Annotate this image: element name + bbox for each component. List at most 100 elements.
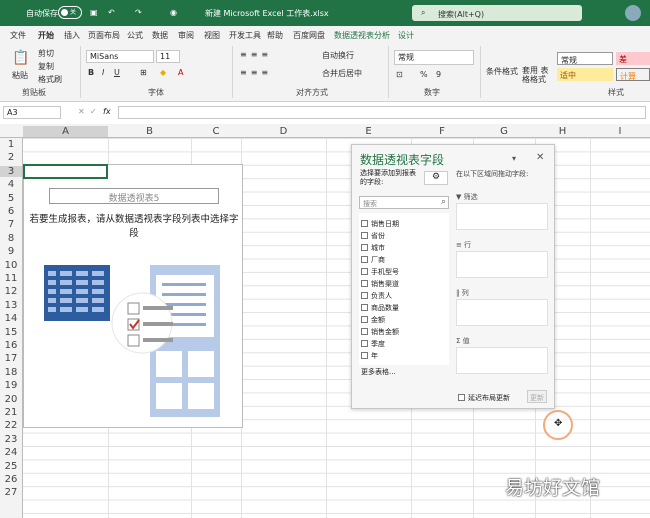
row-header[interactable]: 8	[0, 233, 22, 244]
italic-icon[interactable]: I	[102, 68, 104, 77]
columns-zone[interactable]	[456, 299, 548, 326]
row-header[interactable]: 17	[0, 353, 22, 364]
field-item[interactable]: 负责人	[361, 291, 392, 302]
border-icon[interactable]: ⊞	[140, 68, 147, 77]
row-header[interactable]: 14	[0, 313, 22, 324]
field-item[interactable]: 销售日期	[361, 219, 399, 230]
tab-view[interactable]: 视图	[204, 30, 220, 41]
field-item[interactable]: 手机型号	[361, 267, 399, 278]
bold-icon[interactable]: B	[88, 68, 94, 77]
rows-zone[interactable]	[456, 251, 548, 278]
row-header[interactable]: 2	[0, 152, 22, 163]
field-item[interactable]: 厂商	[361, 255, 385, 266]
row-header[interactable]: 3	[0, 165, 22, 177]
row-header[interactable]: 12	[0, 286, 22, 297]
field-item[interactable]: 金额	[361, 315, 385, 326]
table-format-button[interactable]: 套用 表格格式	[522, 66, 552, 84]
paste-button[interactable]: 粘贴	[12, 70, 28, 81]
row-header[interactable]: 23	[0, 434, 22, 445]
row-header[interactable]: 13	[0, 300, 22, 311]
tab-design[interactable]: 设计	[398, 30, 414, 41]
column-header[interactable]: E	[326, 126, 411, 137]
update-button[interactable]: 更新	[527, 390, 547, 403]
font-size-select[interactable]: 11	[156, 50, 180, 63]
row-header[interactable]: 4	[0, 179, 22, 190]
selected-cell[interactable]	[23, 164, 108, 179]
style-neutral[interactable]: 适中	[557, 68, 613, 81]
tab-pivot-analyze[interactable]: 数据透视表分析	[334, 30, 390, 41]
field-item[interactable]: 季度	[361, 339, 385, 350]
paste-icon[interactable]: 📋	[12, 50, 29, 66]
font-name-select[interactable]: MiSans	[86, 50, 154, 63]
field-item[interactable]: 销售渠道	[361, 279, 399, 290]
search-box[interactable]: ⌕ 搜索(Alt+Q)	[412, 5, 582, 21]
pivot-placeholder[interactable]: 数据透视表5 若要生成报表，请从数据透视表字段列表中选择字段	[23, 164, 243, 428]
column-header[interactable]: A	[23, 126, 108, 137]
tab-insert[interactable]: 插入	[64, 30, 80, 41]
avatar[interactable]	[625, 5, 641, 21]
tab-page-layout[interactable]: 页面布局	[88, 30, 120, 41]
column-header[interactable]: G	[473, 126, 535, 137]
name-box[interactable]: A3	[3, 106, 61, 119]
autosave-toggle[interactable]: 关	[58, 6, 82, 19]
field-search-input[interactable]: 搜索 ⌕	[359, 196, 449, 209]
column-header[interactable]: F	[411, 126, 473, 137]
field-item[interactable]: 商品数量	[361, 303, 399, 314]
percent-icon[interactable]: %	[420, 70, 428, 79]
tab-developer[interactable]: 开发工具	[229, 30, 261, 41]
conditional-format-button[interactable]: 条件格式	[486, 66, 518, 77]
style-calc[interactable]: 计算	[616, 68, 650, 81]
row-header[interactable]: 21	[0, 407, 22, 418]
currency-icon[interactable]: ⊡	[396, 70, 403, 79]
row-header[interactable]: 6	[0, 206, 22, 217]
copy-button[interactable]: 复制	[38, 61, 54, 72]
merge-center-button[interactable]: 合并后居中	[322, 68, 362, 79]
row-header[interactable]: 7	[0, 219, 22, 230]
row-header[interactable]: 1	[0, 139, 22, 150]
row-header[interactable]: 27	[0, 487, 22, 498]
row-header[interactable]: 26	[0, 474, 22, 485]
row-header[interactable]: 11	[0, 273, 22, 284]
tab-help[interactable]: 帮助	[267, 30, 283, 41]
column-header[interactable]: B	[108, 126, 191, 137]
row-header[interactable]: 25	[0, 461, 22, 472]
tab-baidu[interactable]: 百度网盘	[293, 30, 325, 41]
field-item[interactable]: 年	[361, 351, 378, 362]
tab-data[interactable]: 数据	[152, 30, 168, 41]
row-header[interactable]: 10	[0, 260, 22, 271]
values-zone[interactable]	[456, 347, 548, 374]
field-item[interactable]: 销售金额	[361, 327, 399, 338]
align-top-icon[interactable]: ≡≡≡	[240, 50, 272, 59]
underline-icon[interactable]: U	[114, 68, 120, 77]
fx-button[interactable]: fx	[103, 107, 111, 116]
field-item[interactable]: 城市	[361, 243, 385, 254]
fill-color-icon[interactable]: ◆	[160, 68, 166, 77]
chevron-down-icon[interactable]: ▾	[512, 154, 516, 163]
row-header[interactable]: 5	[0, 193, 22, 204]
close-icon[interactable]: ✕	[536, 152, 544, 163]
camera-icon[interactable]: ◉	[170, 8, 177, 17]
gear-icon[interactable]: ⚙	[424, 171, 448, 185]
filter-zone[interactable]	[456, 203, 548, 230]
row-header[interactable]: 18	[0, 367, 22, 378]
row-header[interactable]: 16	[0, 340, 22, 351]
row-header[interactable]: 15	[0, 327, 22, 338]
font-color-icon[interactable]: A	[178, 68, 183, 77]
tab-file[interactable]: 文件	[10, 30, 26, 41]
defer-update-checkbox[interactable]: 延迟布局更新	[458, 393, 510, 404]
field-item[interactable]: 省份	[361, 231, 385, 242]
cut-button[interactable]: 剪切	[38, 48, 54, 59]
wrap-text-button[interactable]: 自动换行	[322, 50, 354, 61]
format-painter-button[interactable]: 格式刷	[38, 74, 62, 85]
save-icon[interactable]: ▣	[90, 8, 98, 17]
enter-icon[interactable]: ✓	[90, 107, 97, 116]
row-header[interactable]: 24	[0, 447, 22, 458]
style-normal[interactable]: 常规	[557, 52, 613, 65]
number-format-select[interactable]: 常规	[394, 50, 474, 65]
row-header[interactable]: 20	[0, 394, 22, 405]
column-header[interactable]: C	[191, 126, 241, 137]
undo-icon[interactable]: ↶	[108, 8, 115, 17]
redo-icon[interactable]: ↷	[135, 8, 142, 17]
formula-input[interactable]	[118, 106, 646, 119]
tab-formulas[interactable]: 公式	[127, 30, 143, 41]
